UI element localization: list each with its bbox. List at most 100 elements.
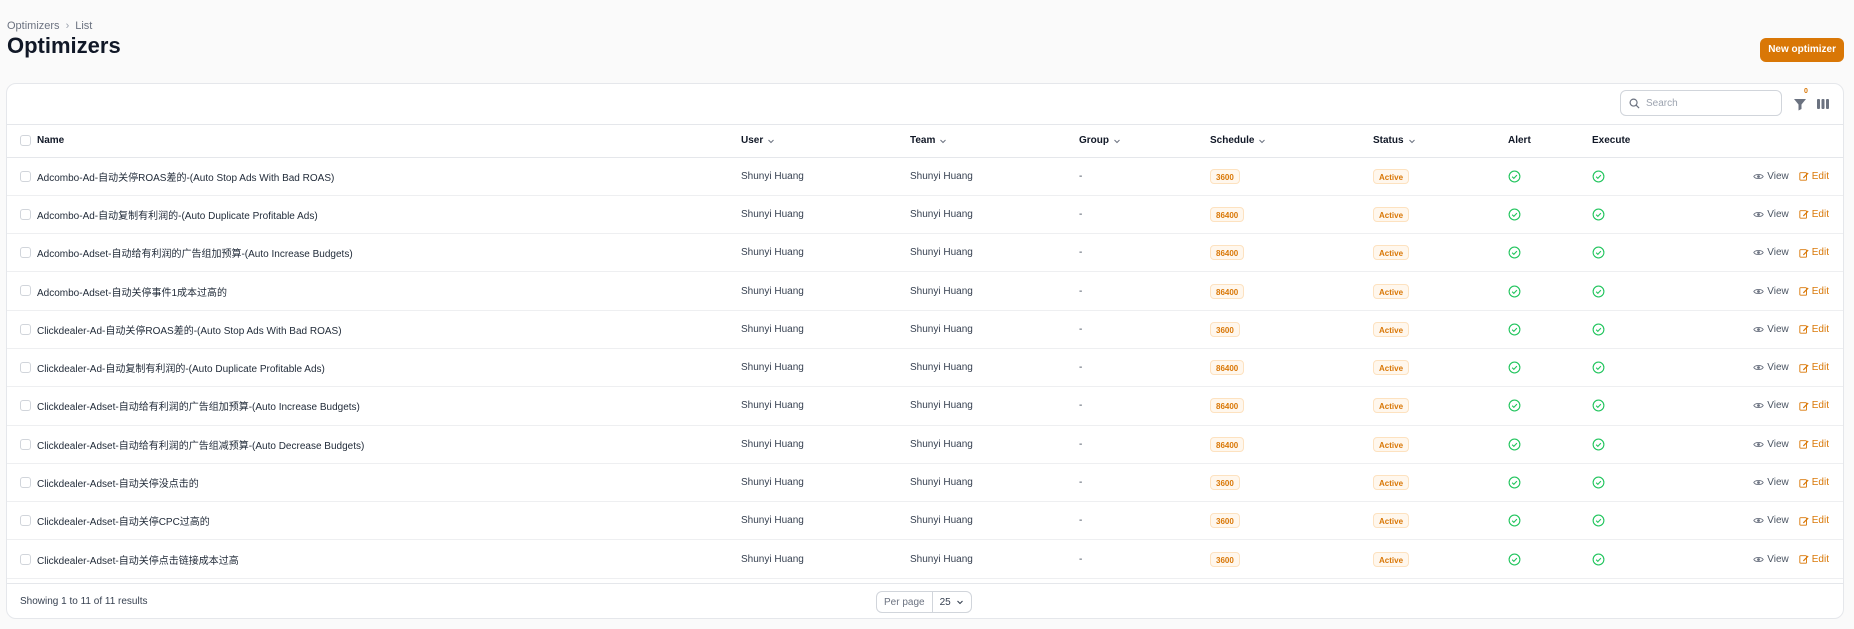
- columns-icon[interactable]: [1815, 96, 1831, 112]
- view-button[interactable]: View: [1753, 362, 1789, 373]
- row-checkbox[interactable]: [20, 208, 31, 220]
- user-cell: Shunyi Huang: [741, 285, 804, 297]
- optimizers-table-card: 0 Name User Team Group Schedule Status A…: [6, 83, 1844, 619]
- team-cell: Shunyi Huang: [910, 323, 973, 335]
- status-badge: Active: [1373, 513, 1410, 529]
- new-optimizer-button[interactable]: New optimizer: [1760, 38, 1844, 62]
- execute-check-circle-icon: [1592, 170, 1605, 183]
- eye-icon: [1753, 173, 1764, 179]
- status-badge: Active: [1373, 206, 1410, 222]
- table-row: Adcombo-Adset-自动关停事件1成本过高的 Shunyi Huang …: [7, 272, 1843, 311]
- chevron-down-icon: [1408, 139, 1415, 143]
- user-cell: Shunyi Huang: [741, 208, 804, 220]
- row-checkbox[interactable]: [20, 515, 31, 527]
- view-button[interactable]: View: [1753, 515, 1789, 526]
- filter-count-badge: 0: [1804, 88, 1808, 95]
- edit-button[interactable]: Edit: [1799, 554, 1829, 565]
- table-row: Adcombo-Ad-自动关停ROAS差的-(Auto Stop Ads Wit…: [7, 157, 1843, 196]
- schedule-badge: 86400: [1210, 206, 1245, 222]
- edit-button[interactable]: Edit: [1799, 324, 1829, 335]
- chevron-right-icon: ›: [65, 20, 70, 32]
- chevron-down-icon: [940, 139, 947, 143]
- edit-button[interactable]: Edit: [1799, 477, 1829, 488]
- column-header-group[interactable]: Group: [1079, 125, 1210, 157]
- execute-check-circle-icon: [1592, 361, 1605, 374]
- view-button[interactable]: View: [1753, 209, 1789, 220]
- team-cell: Shunyi Huang: [910, 553, 973, 565]
- view-button[interactable]: View: [1753, 286, 1789, 297]
- column-header-actions: [1689, 125, 1843, 157]
- edit-button[interactable]: Edit: [1799, 171, 1829, 182]
- execute-check-circle-icon: [1592, 553, 1605, 566]
- table-row: Adcombo-Adset-自动给有利润的广告组加预算-(Auto Increa…: [7, 234, 1843, 272]
- view-button[interactable]: View: [1753, 400, 1789, 411]
- alert-check-circle-icon: [1508, 361, 1521, 374]
- view-button[interactable]: View: [1753, 477, 1789, 488]
- filter-icon[interactable]: [1792, 96, 1808, 112]
- search-input[interactable]: [1646, 97, 1766, 109]
- table-row: Clickdealer-Adset-自动关停点击链接成本过高 Shunyi Hu…: [7, 540, 1843, 579]
- row-checkbox[interactable]: [20, 400, 31, 412]
- optimizer-name: Clickdealer-Adset-自动关停没点击的: [37, 479, 199, 491]
- execute-check-circle-icon: [1592, 285, 1605, 297]
- user-cell: Shunyi Huang: [741, 553, 804, 565]
- view-button[interactable]: View: [1753, 247, 1789, 258]
- user-cell: Shunyi Huang: [741, 247, 804, 259]
- edit-icon: [1799, 517, 1809, 526]
- row-checkbox[interactable]: [20, 323, 31, 335]
- schedule-badge: 3600: [1210, 551, 1240, 567]
- group-cell: -: [1079, 438, 1083, 450]
- column-header-user[interactable]: User: [741, 125, 910, 157]
- schedule-badge: 3600: [1210, 475, 1240, 491]
- per-page-select[interactable]: Per page 25: [876, 591, 972, 613]
- row-checkbox[interactable]: [20, 362, 31, 374]
- row-checkbox[interactable]: [20, 170, 31, 182]
- table-row: Clickdealer-Adset-自动关停没点击的 Shunyi Huang …: [7, 463, 1843, 502]
- team-cell: Shunyi Huang: [910, 477, 973, 489]
- eye-icon: [1753, 518, 1764, 524]
- edit-button[interactable]: Edit: [1799, 439, 1829, 450]
- edit-button[interactable]: Edit: [1799, 247, 1829, 258]
- optimizer-name: Clickdealer-Adset-自动给有利润的广告组加预算-(Auto In…: [37, 402, 360, 414]
- schedule-badge: 86400: [1210, 245, 1245, 261]
- schedule-badge: 3600: [1210, 321, 1240, 337]
- view-button[interactable]: View: [1753, 324, 1789, 335]
- view-button[interactable]: View: [1753, 554, 1789, 565]
- edit-button[interactable]: Edit: [1799, 362, 1829, 373]
- edit-button[interactable]: Edit: [1799, 515, 1829, 526]
- eye-icon: [1753, 326, 1764, 332]
- edit-button[interactable]: Edit: [1799, 400, 1829, 411]
- table-row: Adcombo-Ad-自动复制有利润的-(Auto Duplicate Prof…: [7, 195, 1843, 234]
- select-all-checkbox[interactable]: [20, 135, 31, 147]
- user-cell: Shunyi Huang: [741, 477, 804, 489]
- search-box[interactable]: [1620, 90, 1782, 116]
- row-checkbox[interactable]: [20, 438, 31, 450]
- optimizer-name: Clickdealer-Adset-自动给有利润的广告组减预算-(Auto De…: [37, 440, 365, 452]
- group-cell: -: [1079, 400, 1083, 412]
- view-button[interactable]: View: [1753, 439, 1789, 450]
- edit-icon: [1799, 325, 1809, 334]
- optimizer-name: Clickdealer-Ad-自动复制有利润的-(Auto Duplicate …: [37, 364, 325, 376]
- column-header-team[interactable]: Team: [910, 125, 1079, 157]
- group-cell: -: [1079, 208, 1083, 220]
- breadcrumb-root-link[interactable]: Optimizers: [7, 20, 60, 32]
- page-title: Optimizers: [7, 33, 121, 58]
- alert-check-circle-icon: [1508, 399, 1521, 412]
- view-button[interactable]: View: [1753, 171, 1789, 182]
- optimizer-name: Adcombo-Adset-自动给有利润的广告组加预算-(Auto Increa…: [37, 249, 353, 261]
- edit-button[interactable]: Edit: [1799, 209, 1829, 220]
- alert-check-circle-icon: [1508, 208, 1521, 221]
- row-checkbox[interactable]: [20, 285, 31, 297]
- row-checkbox[interactable]: [20, 247, 31, 259]
- schedule-badge: 86400: [1210, 436, 1245, 452]
- row-checkbox[interactable]: [20, 553, 31, 565]
- optimizer-name: Clickdealer-Ad-自动关停ROAS差的-(Auto Stop Ads…: [37, 325, 342, 337]
- team-cell: Shunyi Huang: [910, 400, 973, 412]
- eye-icon: [1753, 288, 1764, 294]
- edit-icon: [1799, 402, 1809, 411]
- column-header-schedule[interactable]: Schedule: [1210, 125, 1373, 157]
- edit-button[interactable]: Edit: [1799, 286, 1829, 297]
- column-header-status[interactable]: Status: [1373, 125, 1508, 157]
- row-checkbox[interactable]: [20, 476, 31, 488]
- optimizer-name: Adcombo-Ad-自动关停ROAS差的-(Auto Stop Ads Wit…: [37, 172, 335, 184]
